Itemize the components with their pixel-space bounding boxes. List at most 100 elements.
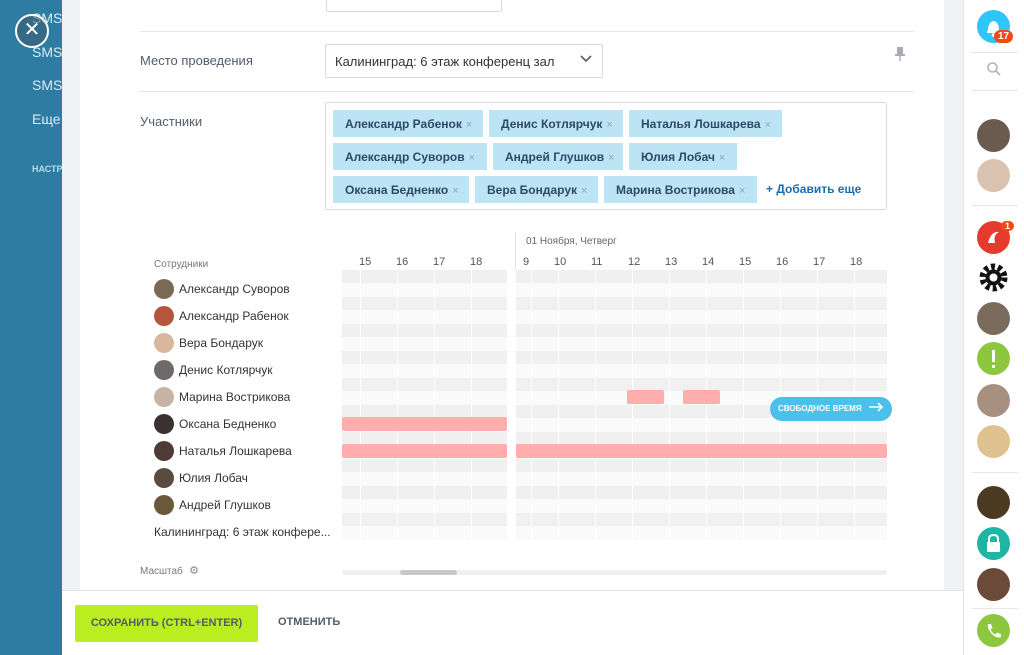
remove-tag-icon[interactable]: × [608,152,614,164]
divider [972,472,1018,473]
grid-row [342,324,887,337]
participant-tag[interactable]: Александр Рабенок × [333,110,483,137]
divider [140,31,914,32]
avatar[interactable] [977,119,1010,152]
place-label: Место проведения [140,53,253,68]
participant-tag[interactable]: Марина Вострикова × [604,176,757,203]
busy-slot[interactable] [683,390,720,404]
arrow-right-icon [868,400,884,416]
employee-name: Оксана Бедненко [179,417,277,431]
participant-tag[interactable]: Денис Котлярчук × [489,110,623,137]
avatar[interactable] [977,425,1010,458]
scroll-thumb[interactable] [400,570,457,575]
grid-row [342,297,887,310]
participant-tag-label: Наталья Лошкарева [641,117,761,131]
cancel-button[interactable]: ОТМЕНИТЬ [278,616,340,628]
remove-tag-icon[interactable]: × [469,152,475,164]
employee-name: Денис Котлярчук [179,363,273,377]
alert-icon[interactable] [977,342,1010,375]
divider [972,52,1018,53]
employee-name: Юлия Лобач [179,471,248,485]
employees-header: Сотрудники [154,259,209,270]
close-icon[interactable]: ✕ [15,14,49,48]
participant-tag[interactable]: Наталья Лошкарева × [629,110,782,137]
avatar [154,306,174,326]
background-menu-item: Еще [32,111,61,127]
hour-label: 18 [850,256,863,268]
room-name: Калининград: 6 этаж конфере... [154,525,331,539]
background-menu: SMS SMS SMS Еще НАСТР [0,0,62,655]
participant-tag-label: Денис Котлярчук [501,117,603,131]
free-time-button[interactable]: СВОБОДНОЕ ВРЕМЯ [770,397,892,421]
background-menu-item: SMS [32,77,62,93]
grid-row [342,337,887,351]
avatar [154,279,174,299]
lock-icon[interactable] [977,527,1010,560]
hour-label: 12 [628,256,641,268]
avatar[interactable] [977,486,1010,519]
avatar[interactable] [977,302,1010,335]
busy-slot[interactable] [342,417,507,431]
busy-slot[interactable] [516,444,887,458]
avatar[interactable] [977,159,1010,192]
busy-slot[interactable] [342,444,507,458]
remove-tag-icon[interactable]: × [719,152,725,164]
divider [972,608,1018,609]
remove-tag-icon[interactable]: × [452,185,458,197]
phone-icon[interactable] [977,614,1010,647]
grid-line [669,270,670,550]
pin-icon[interactable] [894,46,906,62]
participant-tag[interactable]: Вера Бондарук × [475,176,598,203]
gear-icon[interactable] [189,565,199,578]
remove-tag-icon[interactable]: × [765,119,771,131]
avatar [154,387,174,407]
previous-field-input[interactable] [326,0,502,12]
remove-tag-icon[interactable]: × [606,119,612,131]
save-button[interactable]: СОХРАНИТЬ (CTRL+ENTER) [75,605,258,642]
grid-line [531,270,532,550]
grid-row [342,459,887,472]
avatar [154,441,174,461]
grid-row [342,270,887,283]
hour-label: 11 [591,256,603,268]
grid-row [342,486,887,499]
grid-row [342,378,887,391]
place-select[interactable]: Калининград: 6 этаж конференц зал [325,44,603,78]
avatar [154,468,174,488]
grid-row [342,310,887,324]
add-participant-link[interactable]: + Добавить еще [766,182,861,196]
divider [140,91,914,92]
planner-horizontal-scrollbar[interactable] [342,570,887,575]
avatar [154,360,174,380]
avatar[interactable] [977,568,1010,601]
hour-label: 18 [470,256,483,268]
avatar [154,333,174,353]
grid-line [558,270,559,550]
avatar [154,495,174,515]
scale-label[interactable]: Масштаб [140,565,199,578]
notifications-badge: 17 [994,30,1014,43]
participant-tag[interactable]: Александр Суворов × [333,143,487,170]
remove-tag-icon[interactable]: × [466,119,472,131]
busy-slot[interactable] [627,390,664,404]
participant-tag[interactable]: Оксана Бедненко × [333,176,469,203]
participants-box[interactable]: Александр Рабенок × Денис Котлярчук × Ната… [325,102,887,210]
avatar [154,414,174,434]
divider [972,90,1018,91]
remove-tag-icon[interactable]: × [581,185,587,197]
remove-tag-icon[interactable]: × [739,185,745,197]
participant-tag-label: Оксана Бедненко [345,183,449,197]
employee-name: Наталья Лошкарева [179,444,292,458]
participant-tag[interactable]: Андрей Глушков × [493,143,623,170]
grid-row [342,513,887,526]
gear-icon[interactable] [977,261,1010,294]
participant-tag-label: Марина Вострикова [616,183,735,197]
search-icon[interactable] [986,61,1002,82]
footer-bar: СОХРАНИТЬ (CTRL+ENTER) ОТМЕНИТЬ [62,590,963,655]
avatar[interactable] [977,384,1010,417]
free-time-label: СВОБОДНОЕ ВРЕМЯ [778,404,862,413]
participant-tag[interactable]: Юлия Лобач × [629,143,737,170]
grid-row [342,351,887,364]
grid-row [342,283,887,297]
grid-line [706,270,707,550]
